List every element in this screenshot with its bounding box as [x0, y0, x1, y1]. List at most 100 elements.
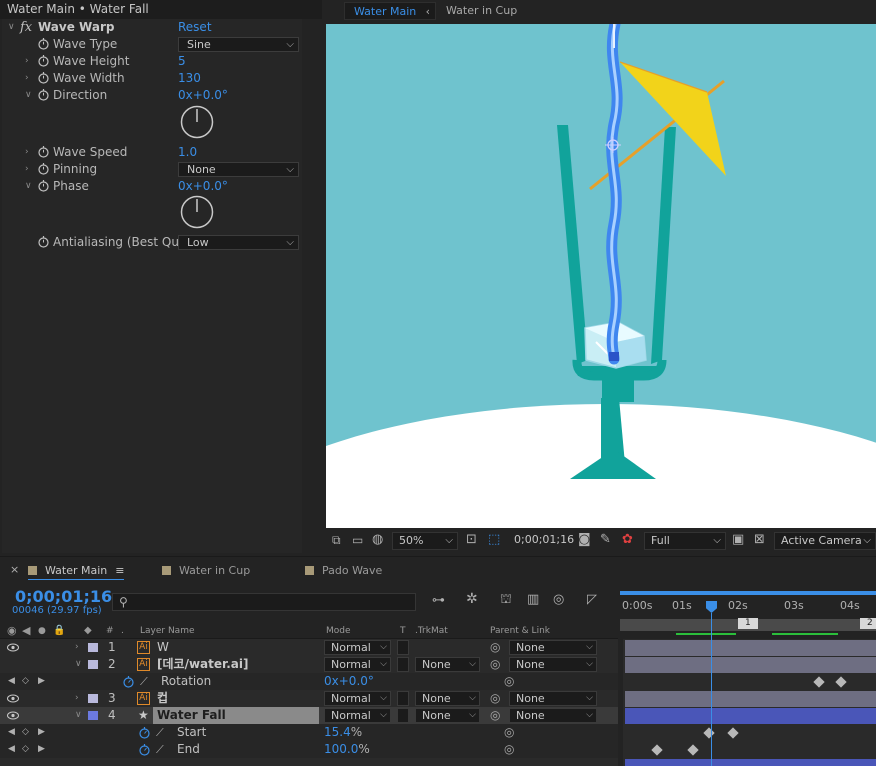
blend-mode-dropdown[interactable]: Normal ⌵ [324, 708, 391, 723]
layer-name[interactable]: 컵 [157, 690, 168, 707]
stopwatch-icon[interactable] [37, 162, 50, 175]
region-of-interest-icon[interactable]: ⊡ [466, 532, 477, 547]
graph-icon[interactable]: ⟋ [156, 724, 164, 741]
start-value[interactable]: 15.4% [324, 724, 362, 741]
fx-icon[interactable]: fx [20, 19, 32, 36]
frame-blending-icon[interactable]: ▥ [527, 592, 539, 607]
pinning-dropdown[interactable]: None ⌵ [178, 162, 299, 177]
stopwatch-icon[interactable] [37, 37, 50, 50]
chevron-right-icon[interactable]: › [25, 53, 29, 70]
keyframe[interactable] [835, 676, 847, 688]
time-ruler[interactable]: 0:00s 01s 02s 03s 04s 1 2 [620, 589, 876, 635]
direction-value[interactable]: 0x+0.0° [178, 87, 228, 104]
label-color-swatch[interactable] [88, 711, 98, 720]
blend-mode-dropdown[interactable]: Normal ⌵ [324, 640, 391, 655]
chevron-left-icon[interactable]: ‹ [426, 3, 430, 21]
stopwatch-icon[interactable] [37, 71, 50, 84]
current-time-display[interactable]: 0;00;01;16 [508, 532, 574, 550]
pick-whip-icon[interactable]: ◎ [490, 656, 500, 673]
eye-icon[interactable] [7, 711, 19, 720]
parent-dropdown[interactable]: None ⌵ [509, 640, 597, 655]
lock-icon[interactable]: 🔒 [53, 623, 65, 639]
wave-speed-value[interactable]: 1.0 [178, 144, 197, 161]
chevron-right-icon[interactable]: › [25, 161, 29, 178]
graph-editor-icon[interactable]: ◸ [587, 592, 597, 607]
column-layer-name[interactable]: Layer Name [140, 623, 195, 639]
graph-icon[interactable]: ⟋ [140, 673, 148, 690]
preserve-transparency-checkbox[interactable] [397, 691, 409, 706]
composition-canvas[interactable] [326, 24, 876, 528]
expression-pick-whip-icon[interactable]: ◎ [504, 724, 514, 741]
add-keyframe-icon[interactable]: ◇ [22, 724, 29, 741]
panel-menu-icon[interactable]: ≡ [115, 564, 124, 577]
keyframe[interactable] [813, 676, 825, 688]
stopwatch-icon[interactable] [37, 88, 50, 101]
chevron-down-icon[interactable]: ∨ [8, 19, 15, 36]
chevron-right-icon[interactable]: › [75, 639, 79, 656]
wave-type-dropdown[interactable]: Sine ⌵ [178, 37, 299, 52]
fast-preview-icon[interactable]: ▣ [732, 532, 744, 547]
chevron-right-icon[interactable]: › [75, 690, 79, 707]
expression-pick-whip-icon[interactable]: ◎ [504, 741, 514, 758]
viewer-tab-water-in-cup[interactable]: Water in Cup [446, 2, 517, 20]
antialiasing-dropdown[interactable]: Low ⌵ [178, 235, 299, 250]
close-icon[interactable]: × [10, 563, 19, 576]
chevron-down-icon[interactable]: ∨ [25, 178, 32, 195]
property-row-start[interactable]: ◀ ◇ ▶ ⟋ Start 15.4% ◎ [0, 724, 618, 741]
mask-visibility-icon[interactable]: ◍ [372, 532, 383, 547]
rotation-value[interactable]: 0x+0.0° [324, 673, 374, 690]
add-keyframe-icon[interactable]: ◇ [22, 673, 29, 690]
next-keyframe-icon[interactable]: ▶ [38, 741, 45, 758]
track-matte-dropdown[interactable]: None ⌵ [415, 657, 480, 672]
property-row-rotation[interactable]: ◀ ◇ ▶ ⟋ Rotation 0x+0.0° ◎ [0, 673, 618, 690]
layer-row[interactable]: ∨ 2 Ai [데코/water.ai] Normal ⌵ None ⌵ ◎ Non… [0, 656, 618, 673]
work-area-bar[interactable] [620, 591, 876, 595]
stopwatch-icon[interactable] [37, 145, 50, 158]
next-keyframe-icon[interactable]: ▶ [38, 724, 45, 741]
chevron-down-icon[interactable]: ∨ [75, 707, 82, 724]
layer-search-input[interactable]: ⚲ [112, 593, 416, 611]
tab-water-main[interactable]: Water Main ≡ [28, 562, 125, 580]
pick-whip-icon[interactable]: ◎ [490, 639, 500, 656]
wave-width-value[interactable]: 130 [178, 70, 201, 87]
chevron-down-icon[interactable]: ∨ [25, 87, 32, 104]
layer-duration-bar[interactable] [625, 657, 876, 673]
stopwatch-icon[interactable] [37, 179, 50, 192]
chevron-down-icon[interactable]: ∨ [75, 656, 82, 673]
property-row-end[interactable]: ◀ ◇ ▶ ⟋ End 100.0% ◎ [0, 741, 618, 758]
wave-height-value[interactable]: 5 [178, 53, 186, 70]
keyframe[interactable] [727, 727, 739, 739]
chevron-right-icon[interactable]: › [25, 144, 29, 161]
blend-mode-dropdown[interactable]: Normal ⌵ [324, 691, 391, 706]
add-keyframe-icon[interactable]: ◇ [22, 741, 29, 758]
reset-link[interactable]: Reset [178, 19, 212, 36]
blend-mode-dropdown[interactable]: Normal ⌵ [324, 657, 391, 672]
keyframe[interactable] [703, 727, 715, 739]
layer-duration-bar[interactable] [625, 691, 876, 707]
parent-dropdown[interactable]: None ⌵ [509, 691, 597, 706]
phase-value[interactable]: 0x+0.0° [178, 178, 228, 195]
stopwatch-icon[interactable] [37, 54, 50, 67]
stopwatch-icon[interactable] [122, 675, 135, 688]
layer-row[interactable]: › 1 Ai W Normal ⌵ ◎ None ⌵ [0, 639, 618, 656]
stopwatch-icon[interactable] [37, 235, 50, 248]
layer-name[interactable]: Water Fall [157, 707, 226, 724]
next-keyframe-icon[interactable]: ▶ [38, 673, 45, 690]
graph-icon[interactable]: ⟋ [156, 741, 164, 758]
shy-layers-icon[interactable]: ⛫ [500, 592, 512, 609]
layer-duration-bar-selected[interactable] [625, 708, 876, 724]
comp-marker[interactable]: 1 [738, 618, 758, 629]
comp-marker[interactable]: 2 [860, 618, 876, 629]
layer-row[interactable]: › 3 Ai 컵 Normal ⌵ None ⌵ ◎ None ⌵ [0, 690, 618, 707]
solo-icon[interactable]: ● [38, 623, 46, 639]
chevron-right-icon[interactable]: › [25, 70, 29, 87]
effect-header-row[interactable]: ∨ fx Wave Warp Reset [2, 19, 302, 36]
motion-blur-icon[interactable]: ◎ [553, 592, 564, 607]
zoom-dropdown[interactable]: 50% ⌵ [392, 532, 458, 550]
layer-row-selected[interactable]: ∨ 4 ★ Water Fall Normal ⌵ None ⌵ ◎ None ⌵ [0, 707, 618, 724]
always-preview-icon[interactable]: ⧉ [332, 533, 341, 548]
eye-icon[interactable] [7, 694, 19, 703]
transparency-checker-icon[interactable]: ⊠ [754, 532, 765, 547]
expression-pick-whip-icon[interactable]: ◎ [504, 673, 514, 690]
track-matte-dropdown[interactable]: None ⌵ [415, 708, 480, 723]
